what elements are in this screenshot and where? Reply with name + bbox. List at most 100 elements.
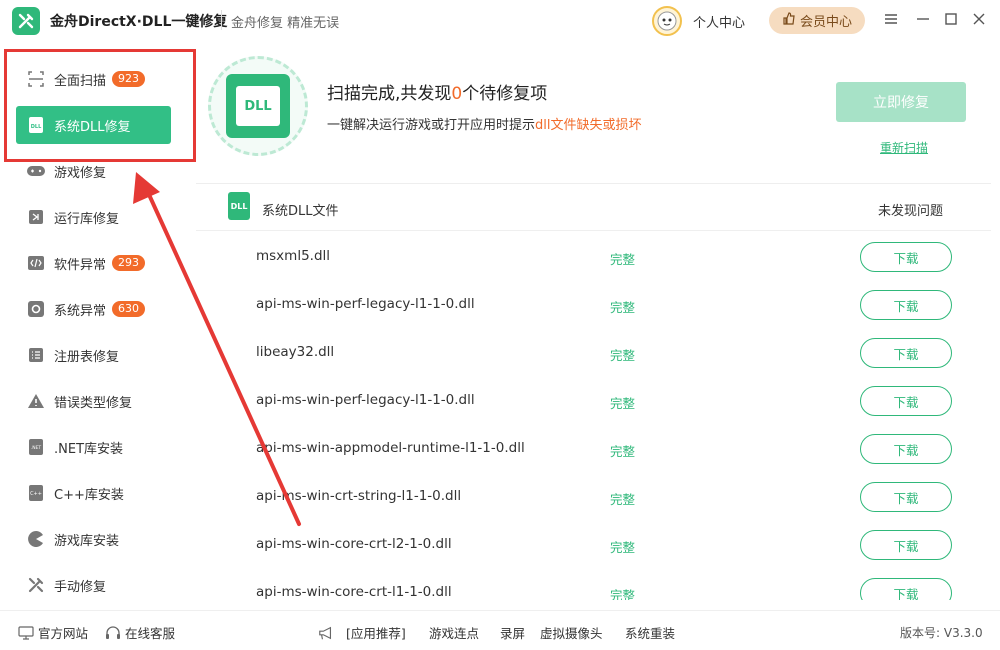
main-panel: DLL 扫描完成,共发现0个待修复项 一键解决运行游戏或打开应用时提示dll文件… <box>196 40 991 600</box>
online-service-link[interactable]: 在线客服 <box>105 623 175 642</box>
sidebar-item-full-scan[interactable]: 全面扫描 923 <box>16 60 171 98</box>
headset-icon <box>105 625 121 641</box>
summary-divider <box>196 183 991 184</box>
sidebar-item-cpp-install[interactable]: C++ C++库安装 <box>16 474 171 512</box>
file-name: api-ms-win-core-crt-l1-1-0.dll <box>256 584 452 600</box>
sidebar-item-registry-repair[interactable]: 注册表修复 <box>16 336 171 374</box>
warning-icon <box>26 391 46 411</box>
sidebar-item-label: .NET库安装 <box>54 441 124 457</box>
personal-center-link[interactable]: 个人中心 <box>693 12 745 31</box>
sidebar-item-label: 错误类型修复 <box>54 395 133 411</box>
footer-link-screen-record[interactable]: 录屏 <box>500 623 525 642</box>
monitor-icon <box>18 625 34 641</box>
sidebar-item-label: 游戏库安装 <box>54 533 120 549</box>
download-button[interactable]: 下载 <box>860 242 952 272</box>
summary-desc-prefix: 一键解决运行游戏或打开应用时提示 <box>327 118 536 133</box>
table-row: msxml5.dll 完整 下载 <box>196 233 991 281</box>
table-row: api-ms-win-crt-string-l1-1-0.dll 完整 下载 <box>196 473 991 521</box>
issue-count: 0 <box>451 84 463 104</box>
footer: 官方网站 在线客服 [应用推荐] 游戏连点 录屏 虚拟摄像头 系统重装 版本号:… <box>0 610 1000 650</box>
file-status: 完整 <box>610 396 636 411</box>
sidebar-item-label: 游戏修复 <box>54 165 107 181</box>
gear-icon <box>26 299 46 319</box>
table-header-status: 未发现问题 <box>878 204 944 219</box>
close-icon[interactable] <box>970 10 988 28</box>
svg-text:.NET: .NET <box>31 445 42 451</box>
tools-icon <box>26 575 46 595</box>
sidebar-item-game-repair[interactable]: 游戏修复 <box>16 152 171 190</box>
sidebar-item-label: 手动修复 <box>54 579 107 595</box>
download-button[interactable]: 下载 <box>860 290 952 320</box>
app-recommend: [应用推荐] <box>318 623 406 642</box>
summary-description: 一键解决运行游戏或打开应用时提示dll文件缺失或损坏 <box>327 114 642 133</box>
sidebar-item-system-error[interactable]: 系统异常 630 <box>16 290 171 328</box>
dll-file-table: DLL 系统DLL文件 未发现问题 msxml5.dll 完整 下载 api-m… <box>196 183 991 600</box>
table-row: api-ms-win-core-crt-l1-1-0.dll 完整 下载 <box>196 569 991 600</box>
download-button[interactable]: 下载 <box>860 386 952 416</box>
app-logo-icon <box>12 7 40 35</box>
summary-title-suffix: 个待修复项 <box>462 84 548 104</box>
sidebar-item-runtime-repair[interactable]: 运行库修复 <box>16 198 171 236</box>
summary-title: 扫描完成,共发现0个待修复项 <box>327 79 547 104</box>
maximize-icon[interactable] <box>942 10 960 28</box>
download-button[interactable]: 下载 <box>860 338 952 368</box>
download-button[interactable]: 下载 <box>860 434 952 464</box>
list-icon <box>26 345 46 365</box>
dotnet-icon: .NET <box>26 437 46 457</box>
app-slogan: 金舟修复 精准无误 <box>231 16 340 31</box>
megaphone-icon <box>318 625 334 641</box>
minimize-icon[interactable] <box>914 10 932 28</box>
table-row: api-ms-win-perf-legacy-l1-1-0.dll 完整 下载 <box>196 377 991 425</box>
footer-link-system-reinstall[interactable]: 系统重装 <box>625 623 675 642</box>
pacman-icon <box>26 529 46 549</box>
sidebar-item-label: 注册表修复 <box>54 349 120 365</box>
sidebar-item-software-error[interactable]: 软件异常 293 <box>16 244 171 282</box>
table-row: libeay32.dll 完整 下载 <box>196 329 991 377</box>
sidebar-item-label: 系统异常 <box>54 303 107 319</box>
download-button[interactable]: 下载 <box>860 482 952 512</box>
scan-summary: DLL 扫描完成,共发现0个待修复项 一键解决运行游戏或打开应用时提示dll文件… <box>196 40 991 183</box>
avatar[interactable] <box>652 6 682 36</box>
sidebar-item-label: C++库安装 <box>54 487 124 503</box>
sidebar-item-game-library-install[interactable]: 游戏库安装 <box>16 520 171 558</box>
sidebar-item-dotnet-install[interactable]: .NET .NET库安装 <box>16 428 171 466</box>
rescan-link[interactable]: 重新扫描 <box>880 139 928 156</box>
title-divider <box>221 10 222 30</box>
dll-illustration-icon: DLL <box>208 56 308 156</box>
file-name: api-ms-win-crt-string-l1-1-0.dll <box>256 488 462 504</box>
vip-center-button[interactable]: 会员中心 <box>769 7 865 34</box>
file-name: msxml5.dll <box>256 248 331 264</box>
file-status: 完整 <box>610 540 636 555</box>
dll-file-icon: DLL <box>228 192 250 220</box>
repair-now-button[interactable]: 立即修复 <box>836 82 966 122</box>
download-button[interactable]: 下载 <box>860 578 952 600</box>
file-status: 完整 <box>610 444 636 459</box>
code-icon <box>26 253 46 273</box>
count-badge: 630 <box>112 301 146 317</box>
sidebar: 全面扫描 923 DLL 系统DLL修复 游戏修复 运行库修复 软件异常 293… <box>0 40 190 610</box>
download-button[interactable]: 下载 <box>860 530 952 560</box>
table-header-title: 系统DLL文件 <box>262 204 339 219</box>
svg-text:C++: C++ <box>30 491 42 497</box>
menu-icon[interactable] <box>882 10 900 28</box>
sidebar-item-manual-repair[interactable]: 手动修复 <box>16 566 171 604</box>
version-label: 版本号: V3.3.0 <box>900 626 983 640</box>
dll-illustration-label: DLL <box>236 86 280 126</box>
vip-center-label: 会员中心 <box>799 15 852 30</box>
file-status: 完整 <box>610 252 636 267</box>
file-status: 完整 <box>610 588 636 600</box>
file-name: api-ms-win-appmodel-runtime-l1-1-0.dll <box>256 440 525 456</box>
footer-link-game-clicker[interactable]: 游戏连点 <box>429 623 479 642</box>
footer-link-virtual-camera[interactable]: 虚拟摄像头 <box>540 623 603 642</box>
summary-title-prefix: 扫描完成,共发现 <box>327 84 452 104</box>
official-site-link[interactable]: 官方网站 <box>18 623 88 642</box>
cpp-icon: C++ <box>26 483 46 503</box>
sidebar-item-error-type-repair[interactable]: 错误类型修复 <box>16 382 171 420</box>
file-name: api-ms-win-core-crt-l2-1-0.dll <box>256 536 452 552</box>
summary-desc-highlight: dll文件缺失或损坏 <box>535 118 642 133</box>
sidebar-item-system-dll[interactable]: DLL 系统DLL修复 <box>16 106 171 144</box>
sidebar-item-label: 系统DLL修复 <box>54 119 131 135</box>
thumbs-up-icon <box>782 11 796 30</box>
file-status: 完整 <box>610 348 636 363</box>
runtime-icon <box>26 207 46 227</box>
